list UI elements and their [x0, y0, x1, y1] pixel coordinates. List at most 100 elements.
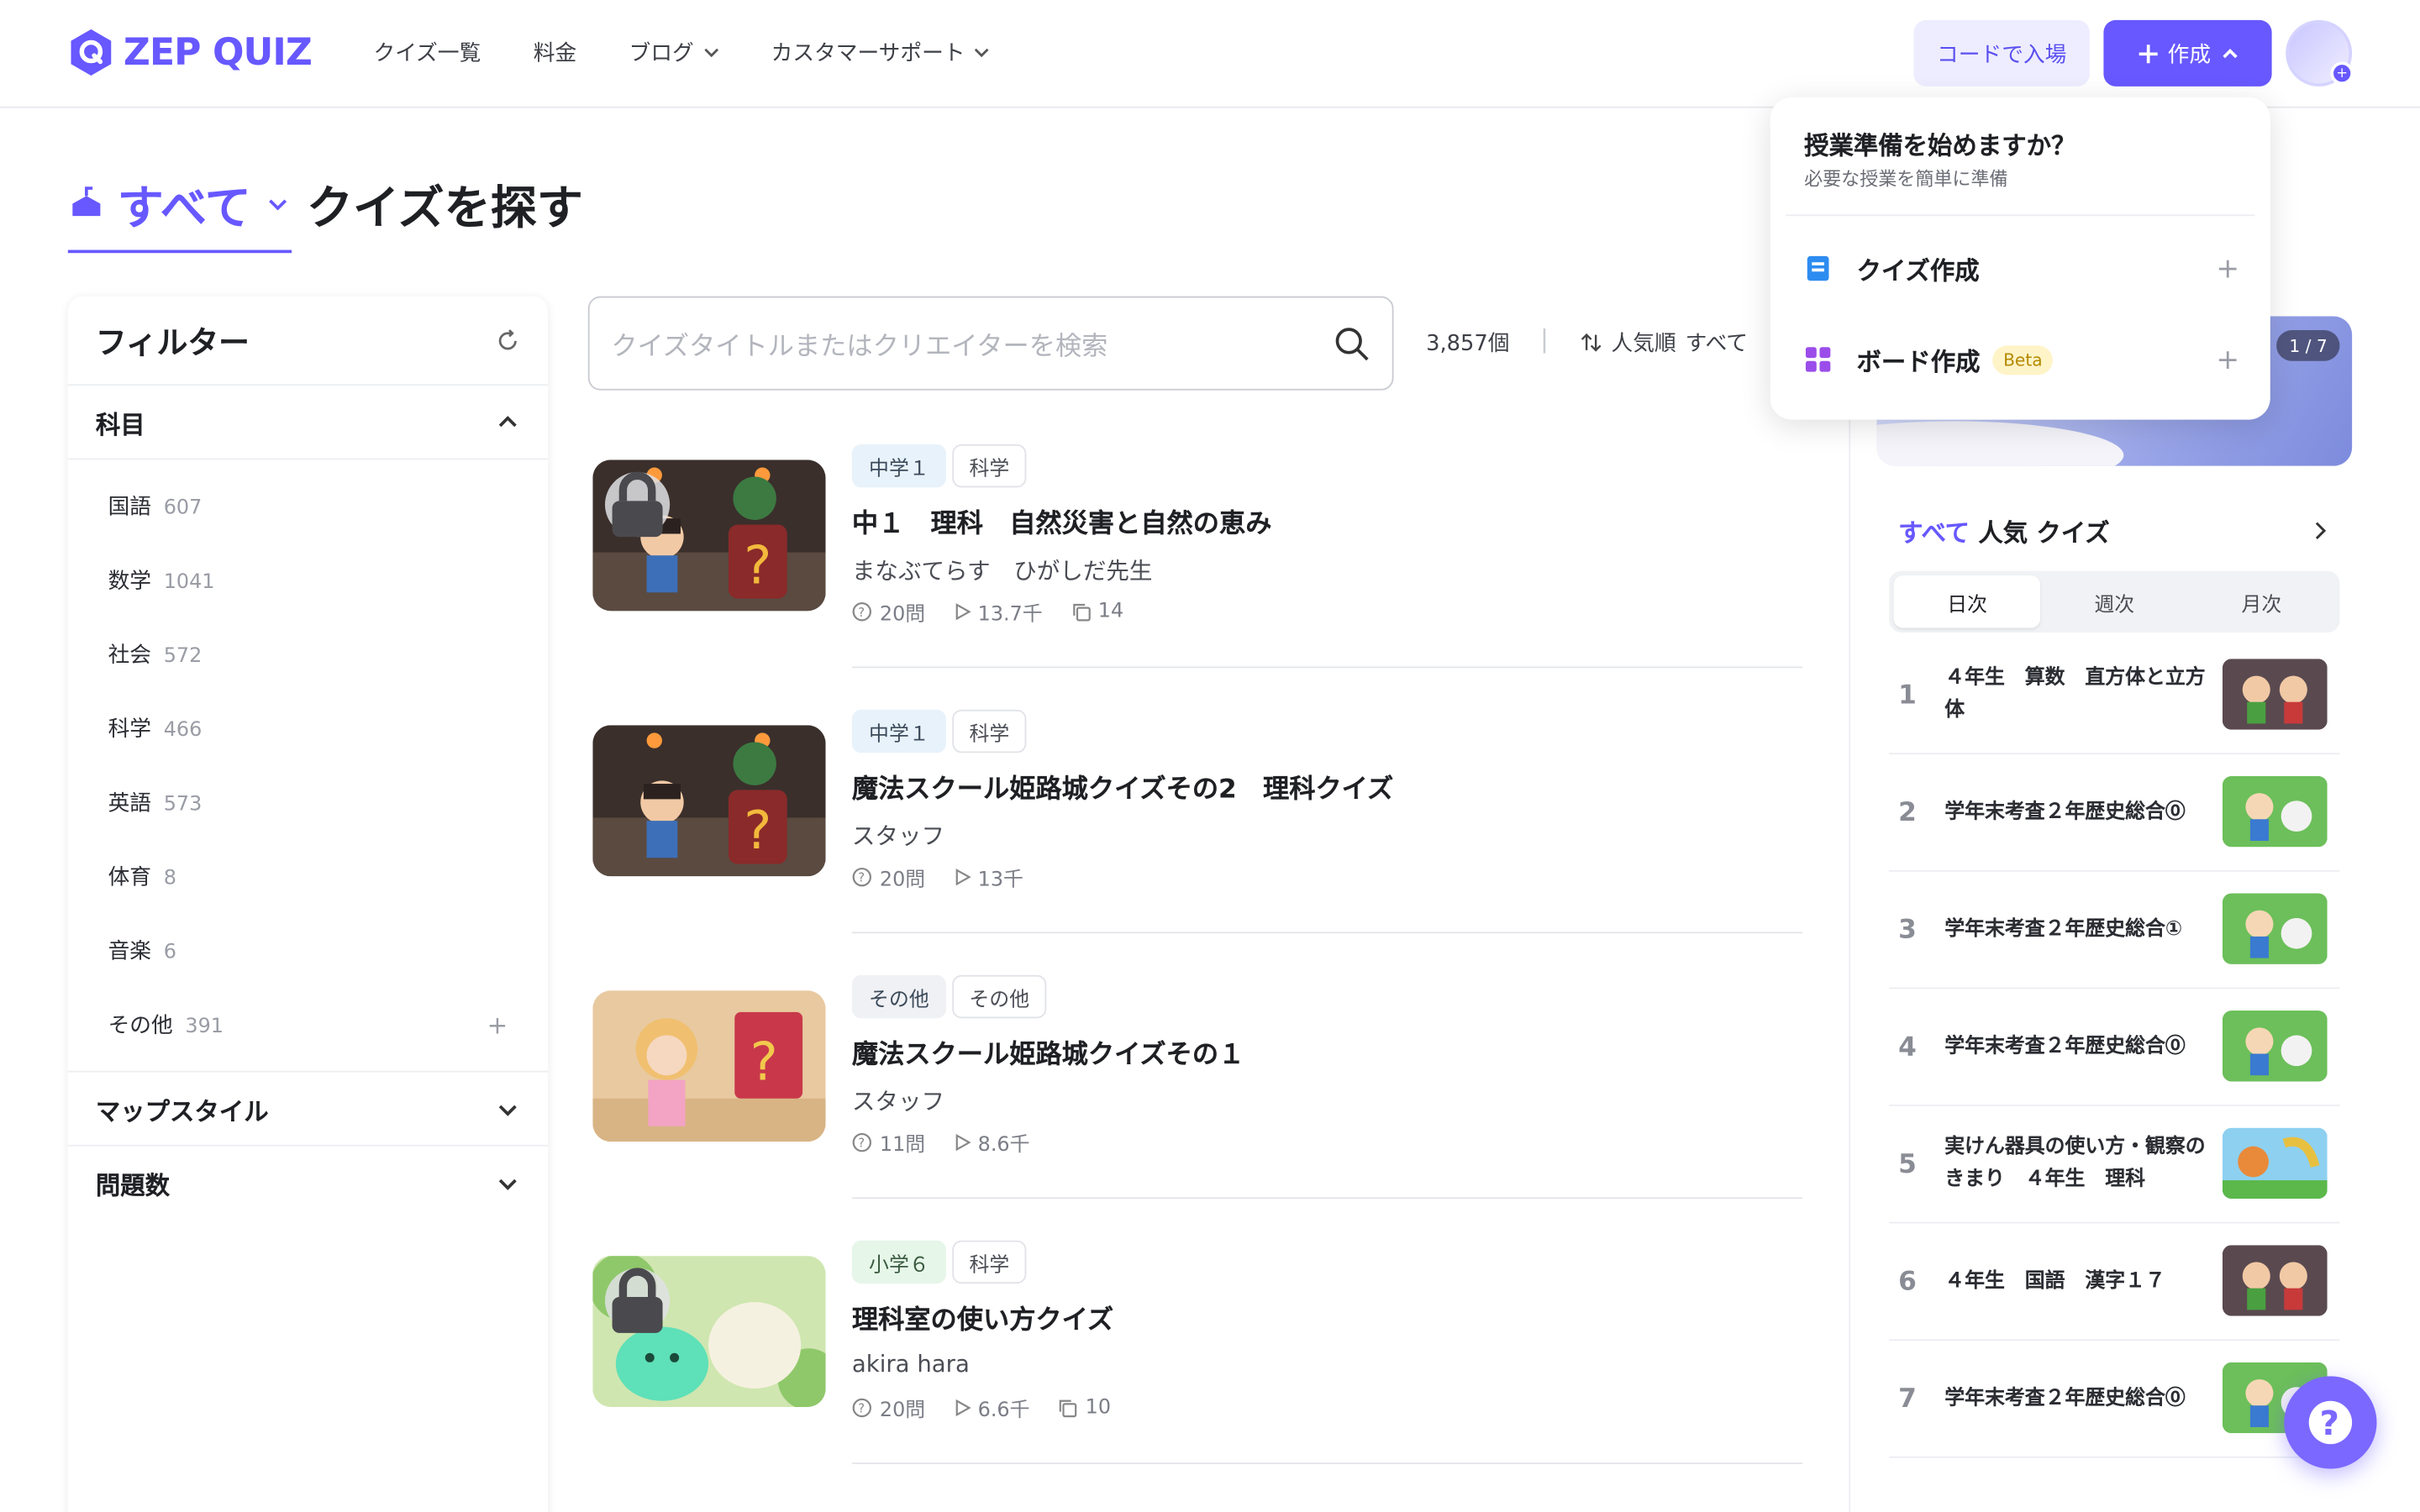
popular-list-item[interactable]: 6 ４年生 国語 漢字１７: [1889, 1224, 2340, 1341]
question-count-section-header[interactable]: 問題数: [68, 1147, 548, 1221]
quiz-author: akira hara: [851, 1350, 970, 1378]
rank-number: 4: [1898, 1032, 1917, 1063]
popular-list-item[interactable]: 4 学年末考査２年歴史総合⓪: [1889, 989, 2340, 1106]
rank-title: 実けん器具の使い方・観察のきまり ４年生 理科: [1944, 1136, 2206, 1191]
sort-icon: [1581, 333, 1602, 352]
subject-list: 国語 607 数学 1041 社会 572 科学 466 英語 573 体育 8 音楽 6 そ…: [67, 459, 549, 1073]
enter-by-code-button[interactable]: コードで入場: [1913, 19, 2090, 87]
quiz-thumbnail: ?: [592, 990, 826, 1142]
rank-number: 5: [1898, 1149, 1917, 1181]
tab-monthly[interactable]: 月次: [2188, 575, 2335, 627]
create-label: 作成: [2167, 42, 2212, 67]
zep-quiz-logo-icon: [71, 29, 112, 76]
filter-title: フィルター: [95, 323, 250, 361]
popular-list-item[interactable]: 2 学年末考査２年歴史総合⓪: [1889, 754, 2340, 872]
logo[interactable]: ZEP QUIZ: [68, 28, 313, 77]
popular-list-item[interactable]: 7 学年末考査２年歴史総合⓪: [1889, 1341, 2340, 1458]
svg-text:?: ?: [858, 871, 865, 885]
subject-item[interactable]: 社会 572: [68, 617, 548, 691]
nav-pricing[interactable]: 料金: [534, 37, 576, 68]
result-count: 3,857個: [1426, 331, 1510, 357]
chevron-down-icon: [498, 1104, 517, 1116]
quiz-card[interactable]: 小学６ 科学 理科室の使い方クイズ akira hara ? 20問 6.6千 1…: [592, 1240, 1803, 1488]
map-style-section-header[interactable]: マップスタイル: [67, 1073, 549, 1147]
user-avatar[interactable]: +: [2286, 19, 2354, 87]
chevron-down-icon: [498, 1179, 517, 1190]
subject-name: 国語: [108, 495, 151, 520]
dungeon-thumbnail-image: ?: [592, 725, 826, 877]
menu-item-create-board[interactable]: ボード作成 Beta +: [1804, 335, 2239, 385]
popular-list-item[interactable]: 1 ４年生 算数 直方体と立方体: [1889, 638, 2340, 755]
popular-quiz-header[interactable]: すべて 人気 クイズ: [1898, 512, 2330, 549]
rank-thumbnail: [2222, 775, 2328, 848]
search-input[interactable]: クイズタイトルまたはクリエイターを検索: [587, 296, 1394, 391]
sort-selector[interactable]: 人気順 すべて: [1581, 327, 1748, 358]
quiz-card[interactable]: ? 中学１ 科学 中１ 理科 自然災害と自然の恵み まなぶてらす ひがしだ先生 …: [592, 444, 1803, 691]
rank-thumbnail: [2222, 1127, 2328, 1200]
rank-number: 6: [1898, 1266, 1917, 1298]
rank-thumbnail: [2222, 1011, 2328, 1082]
nav-label: 料金: [533, 41, 577, 66]
quiz-card[interactable]: ? その他 その他 魔法スクール姫路城クイズその１ スタッフ ? 11問 8.6千: [592, 974, 1803, 1222]
help-chat-button[interactable]: ?: [2284, 1376, 2377, 1469]
svg-text:?: ?: [750, 1032, 778, 1093]
subject-section-header[interactable]: 科目: [67, 386, 549, 460]
subject-item[interactable]: 国語 607: [68, 469, 548, 543]
subject-count: 573: [163, 793, 203, 816]
subject-item[interactable]: 音楽 6: [68, 913, 548, 987]
search-icon[interactable]: [1334, 325, 1370, 362]
category-selector[interactable]: すべて: [67, 170, 292, 254]
popular-list-item[interactable]: 5 実けん器具の使い方・観察のきまり ４年生 理科: [1889, 1106, 2340, 1224]
filter-panel: フィルター 科目 国語 607 数学 1041 社会 572 科学 466 英語 573 …: [67, 296, 549, 1512]
nav-label: クイズ一覧: [373, 41, 481, 66]
rank-title: 学年末考査２年歴史総合⓪: [1944, 800, 2186, 824]
divider: [1786, 214, 2255, 217]
tab-weekly[interactable]: 週次: [2041, 575, 2188, 627]
page-root: ZEP QUIZ クイズ一覧 料金 ブログ カスタマーサポート コードで入場 作…: [0, 0, 2420, 1512]
divider: [851, 932, 1803, 934]
popular-list-item[interactable]: 3 学年末考査２年歴史総合①: [1889, 872, 2340, 990]
create-button[interactable]: 作成: [2103, 19, 2272, 87]
quiz-stats: ? 11問 8.6千: [852, 1128, 1030, 1158]
grade-tag: 中学１: [851, 709, 946, 753]
nav-blog[interactable]: ブログ: [629, 37, 719, 68]
play-icon: [955, 869, 971, 886]
rank-title: ４年生 国語 漢字１７: [1944, 1268, 2165, 1293]
reset-icon[interactable]: [496, 328, 520, 352]
grade-tag: 小学６: [851, 1240, 946, 1284]
play-icon: [955, 603, 971, 621]
logo-text: ZEP QUIZ: [123, 30, 313, 75]
question-count-stat: ? 20問: [852, 597, 925, 627]
section-title: 科目: [95, 409, 145, 439]
question-icon: ?: [852, 1132, 872, 1152]
popular-title: 人気 クイズ: [1978, 518, 2110, 549]
question-count-stat: ? 11問: [852, 1128, 925, 1158]
expand-plus-icon[interactable]: +: [487, 1010, 508, 1039]
subject-item[interactable]: 数学 1041: [68, 543, 548, 617]
nav-customer-support[interactable]: カスタマーサポート: [771, 37, 990, 68]
quiz-card[interactable]: ? 中学１ 科学 魔法スクール姫路城クイズその2 理科クイズ スタッフ ? 20問…: [592, 709, 1803, 957]
menu-item-create-quiz[interactable]: クイズ作成 +: [1804, 244, 2239, 293]
subject-item[interactable]: その他 391 +: [68, 987, 548, 1061]
school-icon: [72, 186, 101, 217]
subject-item[interactable]: 科学 466: [68, 691, 548, 765]
subject-item[interactable]: 体育 8: [68, 839, 548, 913]
board-grid-icon: [1805, 347, 1831, 372]
page-title: クイズを探す: [306, 181, 583, 237]
subject-count: 572: [163, 644, 203, 669]
section-title: 問題数: [95, 1171, 171, 1200]
plus-icon: +: [2216, 252, 2240, 285]
quiz-title: 魔法スクール姫路城クイズその2 理科クイズ: [851, 774, 1394, 806]
play-count-stat: 8.6千: [953, 1128, 1030, 1158]
tab-daily[interactable]: 日次: [1893, 575, 2041, 628]
copy-icon: [1072, 603, 1090, 622]
rank-thumbnail: [2222, 1245, 2328, 1316]
nav-label: ブログ: [629, 41, 694, 66]
subject-item[interactable]: 英語 573: [68, 765, 548, 839]
question-icon: ?: [852, 867, 872, 887]
question-chat-icon: ?: [2308, 1400, 2353, 1445]
svg-text:?: ?: [858, 606, 865, 620]
chevron-up-icon: [498, 415, 517, 427]
nav-quiz-list[interactable]: クイズ一覧: [373, 37, 481, 68]
top-header: ZEP QUIZ クイズ一覧 料金 ブログ カスタマーサポート コードで入場 作…: [0, 0, 2420, 108]
